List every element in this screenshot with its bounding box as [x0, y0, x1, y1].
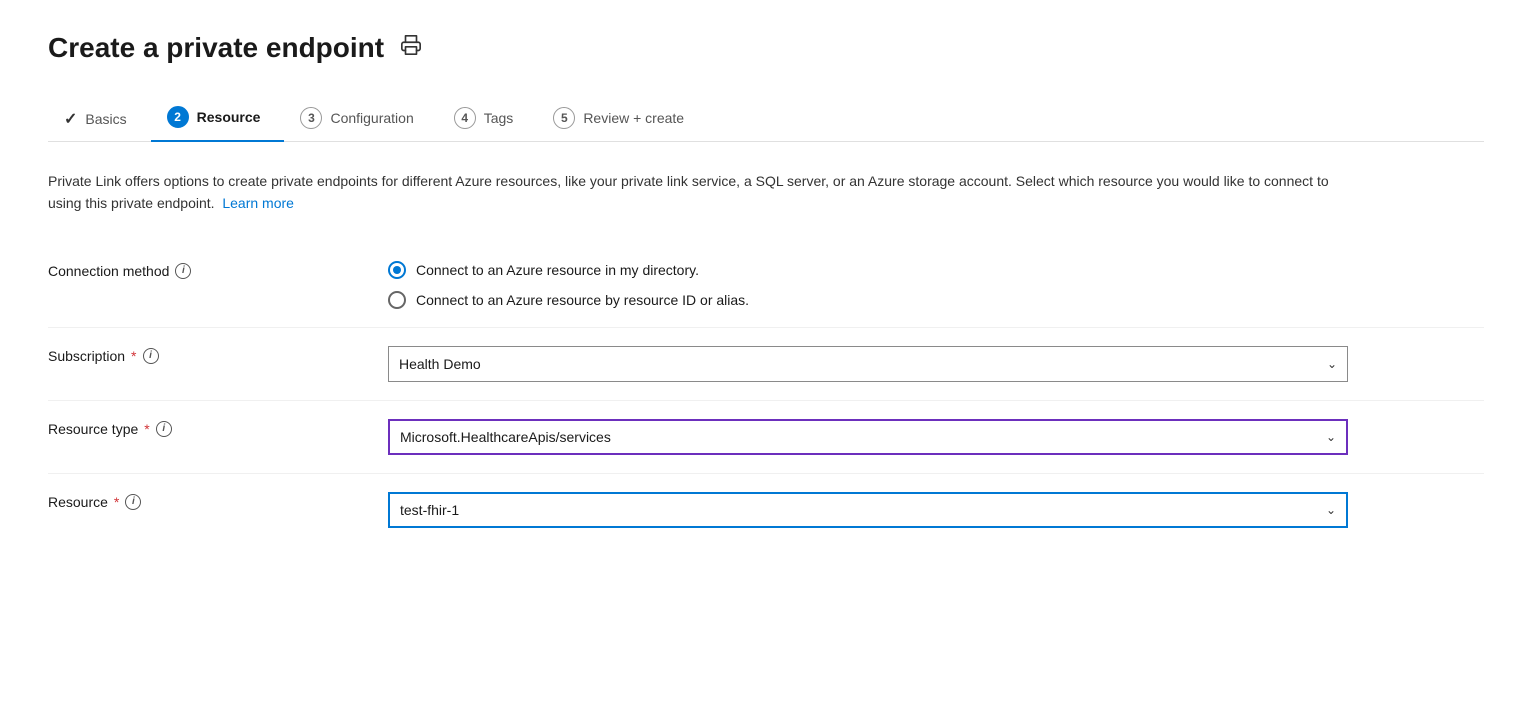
- resource-label-col: Resource * i: [48, 492, 388, 510]
- connection-method-radio-group: Connect to an Azure resource in my direc…: [388, 261, 1484, 309]
- subscription-row: Subscription * i Health Demo ⌄: [48, 327, 1484, 400]
- resource-type-label: Resource type: [48, 421, 138, 437]
- subscription-label-col: Subscription * i: [48, 346, 388, 364]
- resource-type-row: Resource type * i Microsoft.HealthcareAp…: [48, 400, 1484, 473]
- learn-more-link[interactable]: Learn more: [222, 195, 294, 211]
- subscription-label: Subscription: [48, 348, 125, 364]
- connection-method-control-col: Connect to an Azure resource in my direc…: [388, 261, 1484, 309]
- tab-tags-badge: 4: [454, 107, 476, 129]
- resource-type-control-col: Microsoft.HealthcareApis/services ⌄: [388, 419, 1484, 455]
- resource-type-dropdown-arrow: ⌄: [1326, 430, 1336, 444]
- tab-configuration-label: Configuration: [330, 110, 413, 126]
- print-icon[interactable]: [400, 34, 422, 62]
- resource-dropdown-value: test-fhir-1: [400, 502, 459, 518]
- page-container: Create a private endpoint ✓ Basics 2 Res…: [0, 0, 1532, 714]
- subscription-dropdown[interactable]: Health Demo ⌄: [388, 346, 1348, 382]
- radio-option-resource-id[interactable]: Connect to an Azure resource by resource…: [388, 291, 1484, 309]
- tab-resource[interactable]: 2 Resource: [151, 96, 285, 142]
- resource-control-col: test-fhir-1 ⌄: [388, 492, 1484, 528]
- connection-method-label-col: Connection method i: [48, 261, 388, 279]
- basics-checkmark: ✓: [64, 109, 77, 129]
- connection-method-row: Connection method i Connect to an Azure …: [48, 243, 1484, 327]
- resource-type-info-icon[interactable]: i: [156, 421, 172, 437]
- subscription-dropdown-value: Health Demo: [399, 356, 481, 372]
- subscription-dropdown-arrow: ⌄: [1327, 357, 1337, 371]
- form-section: Connection method i Connect to an Azure …: [48, 243, 1484, 546]
- page-title-row: Create a private endpoint: [48, 32, 1484, 64]
- radio-circle-resource-id: [388, 291, 406, 309]
- tab-basics[interactable]: ✓ Basics: [48, 99, 151, 141]
- resource-info-icon[interactable]: i: [125, 494, 141, 510]
- subscription-required-star: *: [131, 348, 136, 364]
- radio-label-directory: Connect to an Azure resource in my direc…: [416, 262, 699, 278]
- resource-type-dropdown[interactable]: Microsoft.HealthcareApis/services ⌄: [388, 419, 1348, 455]
- tab-configuration[interactable]: 3 Configuration: [284, 97, 437, 141]
- connection-method-info-icon[interactable]: i: [175, 263, 191, 279]
- page-title: Create a private endpoint: [48, 32, 384, 64]
- subscription-info-icon[interactable]: i: [143, 348, 159, 364]
- resource-dropdown[interactable]: test-fhir-1 ⌄: [388, 492, 1348, 528]
- resource-required-star: *: [114, 494, 119, 510]
- description-text: Private Link offers options to create pr…: [48, 170, 1348, 215]
- tab-resource-label: Resource: [197, 109, 261, 125]
- connection-method-label: Connection method: [48, 263, 169, 279]
- radio-option-directory[interactable]: Connect to an Azure resource in my direc…: [388, 261, 1484, 279]
- radio-label-resource-id: Connect to an Azure resource by resource…: [416, 292, 749, 308]
- tab-review-create-label: Review + create: [583, 110, 684, 126]
- tab-tags-label: Tags: [484, 110, 514, 126]
- resource-type-dropdown-value: Microsoft.HealthcareApis/services: [400, 429, 611, 445]
- tab-tags[interactable]: 4 Tags: [438, 97, 538, 141]
- resource-dropdown-arrow: ⌄: [1326, 503, 1336, 517]
- wizard-tabs: ✓ Basics 2 Resource 3 Configuration 4 Ta…: [48, 96, 1484, 142]
- tab-review-create-badge: 5: [553, 107, 575, 129]
- resource-type-label-col: Resource type * i: [48, 419, 388, 437]
- tab-resource-badge: 2: [167, 106, 189, 128]
- resource-row: Resource * i test-fhir-1 ⌄: [48, 473, 1484, 546]
- tab-configuration-badge: 3: [300, 107, 322, 129]
- subscription-control-col: Health Demo ⌄: [388, 346, 1484, 382]
- tab-basics-label: Basics: [85, 111, 126, 127]
- resource-type-required-star: *: [144, 421, 149, 437]
- radio-circle-directory: [388, 261, 406, 279]
- tab-review-create[interactable]: 5 Review + create: [537, 97, 708, 141]
- resource-label: Resource: [48, 494, 108, 510]
